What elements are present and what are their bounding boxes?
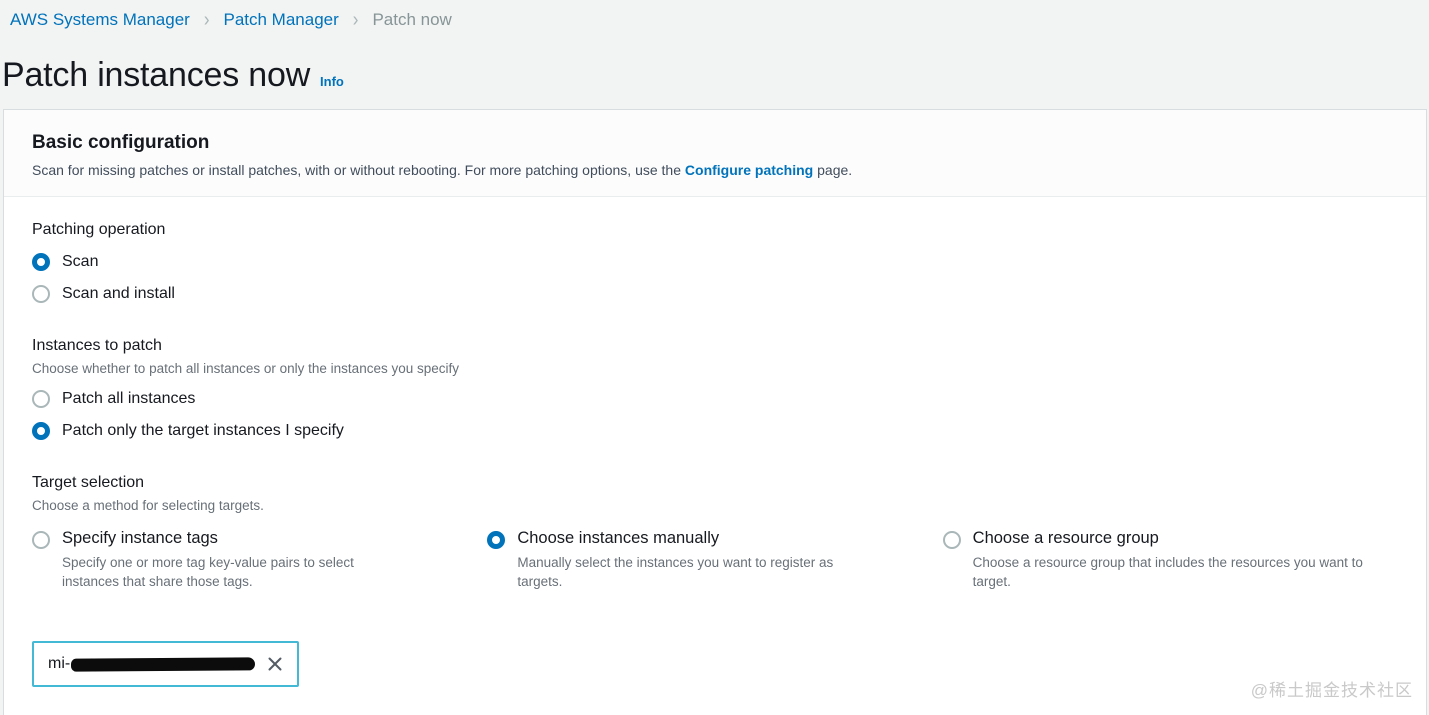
target-option-specify-instance-tags[interactable]: Specify instance tags Specify one or mor… <box>32 529 487 591</box>
page-title: Patch instances now <box>2 56 310 95</box>
remove-token-button[interactable] <box>265 654 285 674</box>
card-description: Scan for missing patches or install patc… <box>32 162 1398 178</box>
radio-option-patch-target-instances[interactable]: Patch only the target instances I specif… <box>32 422 1398 440</box>
basic-configuration-card: Basic configuration Scan for missing pat… <box>3 109 1427 715</box>
card-description-suffix: page. <box>813 162 852 178</box>
breadcrumb-current-patch-now: Patch now <box>372 10 451 30</box>
chevron-right-icon: › <box>353 8 359 32</box>
radio-label-patch-target-instances[interactable]: Patch only the target instances I specif… <box>62 422 344 440</box>
target-selection-options: Specify instance tags Specify one or mor… <box>32 529 1398 591</box>
radio-label-scan-and-install[interactable]: Scan and install <box>62 285 175 303</box>
card-description-text: Scan for missing patches or install patc… <box>32 162 685 178</box>
radio-button-scan-and-install[interactable] <box>32 285 50 303</box>
card-heading: Basic configuration <box>32 132 1398 154</box>
target-selection-label: Target selection <box>32 474 1398 492</box>
target-option-title-choose-resource-group[interactable]: Choose a resource group <box>973 529 1365 548</box>
radio-button-scan[interactable] <box>32 253 50 271</box>
configure-patching-link[interactable]: Configure patching <box>685 162 813 178</box>
breadcrumb-link-systems-manager[interactable]: AWS Systems Manager <box>10 10 190 30</box>
instances-to-patch-label: Instances to patch <box>32 337 1398 355</box>
target-option-desc-specify-instance-tags: Specify one or more tag key-value pairs … <box>62 553 402 591</box>
instance-token[interactable]: mi- <box>32 641 299 687</box>
instances-to-patch-description: Choose whether to patch all instances or… <box>32 361 1398 376</box>
page-header: Patch instances now Info <box>0 38 1429 109</box>
target-option-desc-choose-resource-group: Choose a resource group that includes th… <box>973 553 1365 591</box>
patching-operation-label: Patching operation <box>32 221 1398 239</box>
redacted-instance-id <box>71 657 255 671</box>
target-option-choose-resource-group[interactable]: Choose a resource group Choose a resourc… <box>943 529 1398 591</box>
instance-token-prefix: mi- <box>48 655 70 673</box>
breadcrumb: AWS Systems Manager › Patch Manager › Pa… <box>0 0 1429 38</box>
close-icon <box>267 656 283 672</box>
card-body: Patching operation Scan Scan and install… <box>4 197 1426 711</box>
target-option-title-specify-instance-tags[interactable]: Specify instance tags <box>62 529 402 548</box>
radio-button-specify-instance-tags[interactable] <box>32 531 50 549</box>
radio-label-scan[interactable]: Scan <box>62 253 98 271</box>
radio-option-scan-and-install[interactable]: Scan and install <box>32 285 1398 303</box>
radio-label-patch-all-instances[interactable]: Patch all instances <box>62 390 195 408</box>
card-header: Basic configuration Scan for missing pat… <box>4 110 1426 197</box>
target-option-desc-choose-instances-manually: Manually select the instances you want t… <box>517 553 879 591</box>
target-option-title-choose-instances-manually[interactable]: Choose instances manually <box>517 529 879 548</box>
target-option-choose-instances-manually[interactable]: Choose instances manually Manually selec… <box>487 529 942 591</box>
radio-option-patch-all-instances[interactable]: Patch all instances <box>32 390 1398 408</box>
selected-instances-area: mi- <box>32 641 1398 687</box>
target-selection-description: Choose a method for selecting targets. <box>32 498 1398 513</box>
info-link[interactable]: Info <box>320 74 344 89</box>
instances-to-patch-group: Instances to patch Choose whether to pat… <box>32 337 1398 440</box>
patching-operation-group: Patching operation Scan Scan and install <box>32 221 1398 303</box>
radio-button-patch-target-instances[interactable] <box>32 422 50 440</box>
radio-button-choose-instances-manually[interactable] <box>487 531 505 549</box>
radio-option-scan[interactable]: Scan <box>32 253 1398 271</box>
target-selection-group: Target selection Choose a method for sel… <box>32 474 1398 591</box>
radio-button-patch-all-instances[interactable] <box>32 390 50 408</box>
radio-button-choose-resource-group[interactable] <box>943 531 961 549</box>
breadcrumb-link-patch-manager[interactable]: Patch Manager <box>223 10 338 30</box>
chevron-right-icon: › <box>204 8 210 32</box>
